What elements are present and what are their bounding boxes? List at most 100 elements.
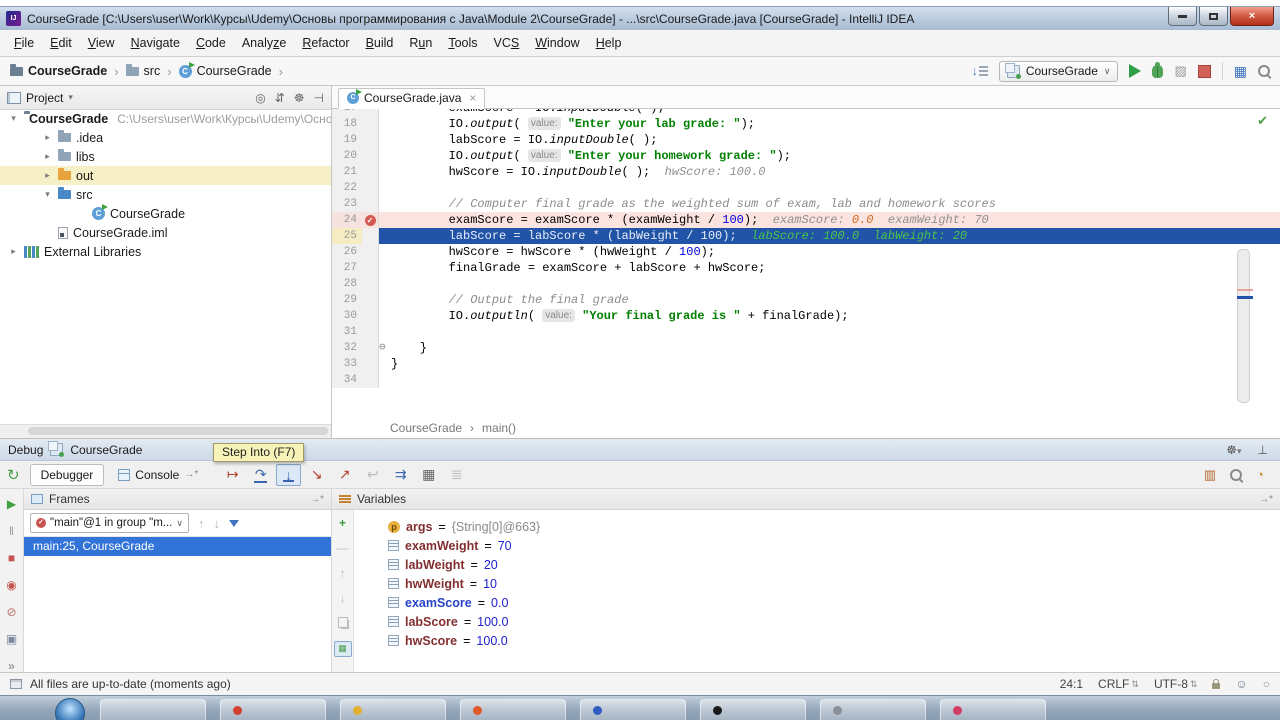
stop-icon[interactable]: ■ [8, 552, 15, 564]
variable-row[interactable]: examScore=0.0 [354, 593, 1280, 612]
gutter-icon-col[interactable] [362, 276, 379, 292]
menu-item-run[interactable]: Run [401, 33, 440, 53]
tree-item-src[interactable]: ▾src [0, 185, 331, 204]
gutter-icon-col[interactable] [362, 116, 379, 132]
gutter-icon-col[interactable] [362, 132, 379, 148]
stop-button[interactable] [1198, 65, 1211, 78]
code-line[interactable]: 27 finalGrade = examScore + labScore + h… [332, 260, 1280, 276]
menu-item-build[interactable]: Build [358, 33, 402, 53]
move-up-icon[interactable]: ↑ [340, 567, 346, 579]
pin-icon[interactable]: →* [1259, 494, 1273, 505]
menu-item-analyze[interactable]: Analyze [234, 33, 294, 53]
taskbar-button[interactable] [100, 699, 206, 720]
gutter-icon-col[interactable] [362, 356, 379, 372]
chevron-icon[interactable]: ▸ [42, 151, 53, 162]
layout-settings-icon[interactable]: ≣ [444, 464, 469, 486]
memory-gauge-icon[interactable]: ◔ [1256, 467, 1264, 482]
chevron-icon[interactable]: ▸ [42, 132, 53, 143]
editor-scrollbar-thumb[interactable] [1237, 249, 1250, 403]
tree-item-external-libraries[interactable]: ▸External Libraries [0, 242, 331, 261]
tree-item-libs[interactable]: ▸libs [0, 147, 331, 166]
windows-taskbar[interactable] [0, 695, 1280, 720]
variable-row[interactable]: labWeight=20 [354, 555, 1280, 574]
layout-grid-button[interactable]: ▦ [1234, 63, 1247, 80]
close-tab-icon[interactable]: × [469, 91, 476, 105]
gutter-icon-col[interactable] [362, 109, 379, 116]
menu-item-code[interactable]: Code [188, 33, 234, 53]
project-header[interactable]: Project ▾ ◎ ⇵ ☸ ⊣ [0, 86, 331, 110]
show-watches-icon[interactable]: ▦ [334, 641, 352, 657]
step-out-icon[interactable]: ↗ [332, 464, 357, 486]
gutter-icon-col[interactable] [362, 260, 379, 276]
gutter-icon-col[interactable] [362, 292, 379, 308]
tree-item-coursegrade-iml[interactable]: CourseGrade.iml [0, 223, 331, 242]
close-button[interactable]: × [1230, 7, 1274, 26]
gutter-icon-col[interactable] [362, 148, 379, 164]
filter-icon[interactable] [229, 520, 239, 527]
fold-icon[interactable]: ⊖ [379, 340, 386, 356]
menu-item-edit[interactable]: Edit [42, 33, 80, 53]
menu-item-help[interactable]: Help [588, 33, 630, 53]
breadcrumb-item[interactable]: CourseGrade [10, 64, 107, 78]
hide-panel-icon[interactable]: ⊥ [1258, 443, 1268, 457]
breadcrumb-item[interactable]: src [126, 64, 161, 78]
chevron-icon[interactable]: ▸ [42, 170, 53, 181]
coverage-button[interactable]: ▨ [1174, 63, 1186, 79]
chevron-icon[interactable]: ▸ [8, 246, 19, 257]
breakpoint-icon[interactable]: ✓ [365, 215, 376, 226]
menu-item-refactor[interactable]: Refactor [294, 33, 357, 53]
scrollbar-thumb[interactable] [28, 427, 328, 435]
lock-icon[interactable] [1212, 683, 1220, 689]
code-editor[interactable]: 17 examScore = IO.inputDouble( );18 IO.o… [332, 109, 1280, 418]
gear-icon[interactable]: ☸▾ [1226, 443, 1241, 457]
step-into-icon[interactable]: ↓ [276, 464, 301, 486]
tab-console[interactable]: Console →* [107, 464, 209, 486]
frames-header[interactable]: Frames →* [24, 489, 331, 510]
pin-icon[interactable]: →* [310, 494, 324, 505]
rerun-icon[interactable]: ↻ [7, 466, 20, 484]
maximize-button[interactable] [1199, 7, 1228, 26]
pause-icon[interactable]: ‖ [9, 525, 14, 537]
code-line[interactable]: 22 [332, 180, 1280, 196]
gutter-icon-col[interactable] [362, 372, 379, 388]
gear-icon[interactable]: ☸ [294, 91, 305, 105]
frame-down-icon[interactable]: ↓ [213, 516, 220, 531]
code-line[interactable]: 20 IO.output( value: "Enter your homewor… [332, 148, 1280, 164]
editor-tab[interactable]: C CourseGrade.java × [338, 88, 485, 109]
menu-item-file[interactable]: File [6, 33, 42, 53]
tree-item--idea[interactable]: ▸.idea [0, 128, 331, 147]
drop-frame-icon[interactable]: ↩ [360, 464, 385, 486]
minimize-button[interactable] [1168, 7, 1197, 26]
remove-watch-icon[interactable]: — [337, 542, 349, 554]
taskbar-button[interactable] [340, 699, 446, 720]
breadcrumb-method[interactable]: main() [482, 421, 516, 435]
caret-position[interactable]: 24:1 [1060, 677, 1083, 691]
menu-item-tools[interactable]: Tools [440, 33, 485, 53]
error-stripe-execution-mark[interactable] [1237, 296, 1253, 299]
code-line[interactable]: 31 [332, 324, 1280, 340]
gutter-icon-col[interactable] [362, 196, 379, 212]
move-down-icon[interactable]: ↓ [340, 592, 346, 604]
breadcrumb-class[interactable]: CourseGrade [390, 421, 462, 435]
code-line[interactable]: 18 IO.output( value: "Enter your lab gra… [332, 116, 1280, 132]
force-step-into-icon[interactable]: ↘ [304, 464, 329, 486]
copy-icon[interactable] [338, 617, 348, 628]
debug-button[interactable] [1152, 65, 1163, 78]
tab-debugger[interactable]: Debugger [30, 464, 105, 486]
variable-row[interactable]: labScore=100.0 [354, 612, 1280, 631]
inspect-search-icon[interactable] [1230, 469, 1242, 481]
code-line[interactable]: 32⊖ } [332, 340, 1280, 356]
chevron-expanded-icon[interactable]: ▾ [8, 113, 19, 124]
gutter-icon-col[interactable] [362, 324, 379, 340]
run-configuration-select[interactable]: CourseGrade ∨ [999, 61, 1119, 82]
collapse-all-icon[interactable]: ⇵ [275, 91, 285, 105]
run-to-cursor-icon[interactable]: ⇉ [388, 464, 413, 486]
debug-header[interactable]: Debug CourseGrade ☸▾ ⊥ [0, 439, 1280, 461]
variable-row[interactable]: hwScore=100.0 [354, 631, 1280, 650]
thread-view-icon[interactable]: ▥ [1204, 467, 1216, 483]
search-everywhere-icon[interactable] [1258, 65, 1270, 77]
run-button[interactable] [1129, 64, 1141, 78]
code-line[interactable]: 28 [332, 276, 1280, 292]
taskbar-button[interactable] [220, 699, 326, 720]
show-execution-point-icon[interactable]: ↦ [220, 464, 245, 486]
